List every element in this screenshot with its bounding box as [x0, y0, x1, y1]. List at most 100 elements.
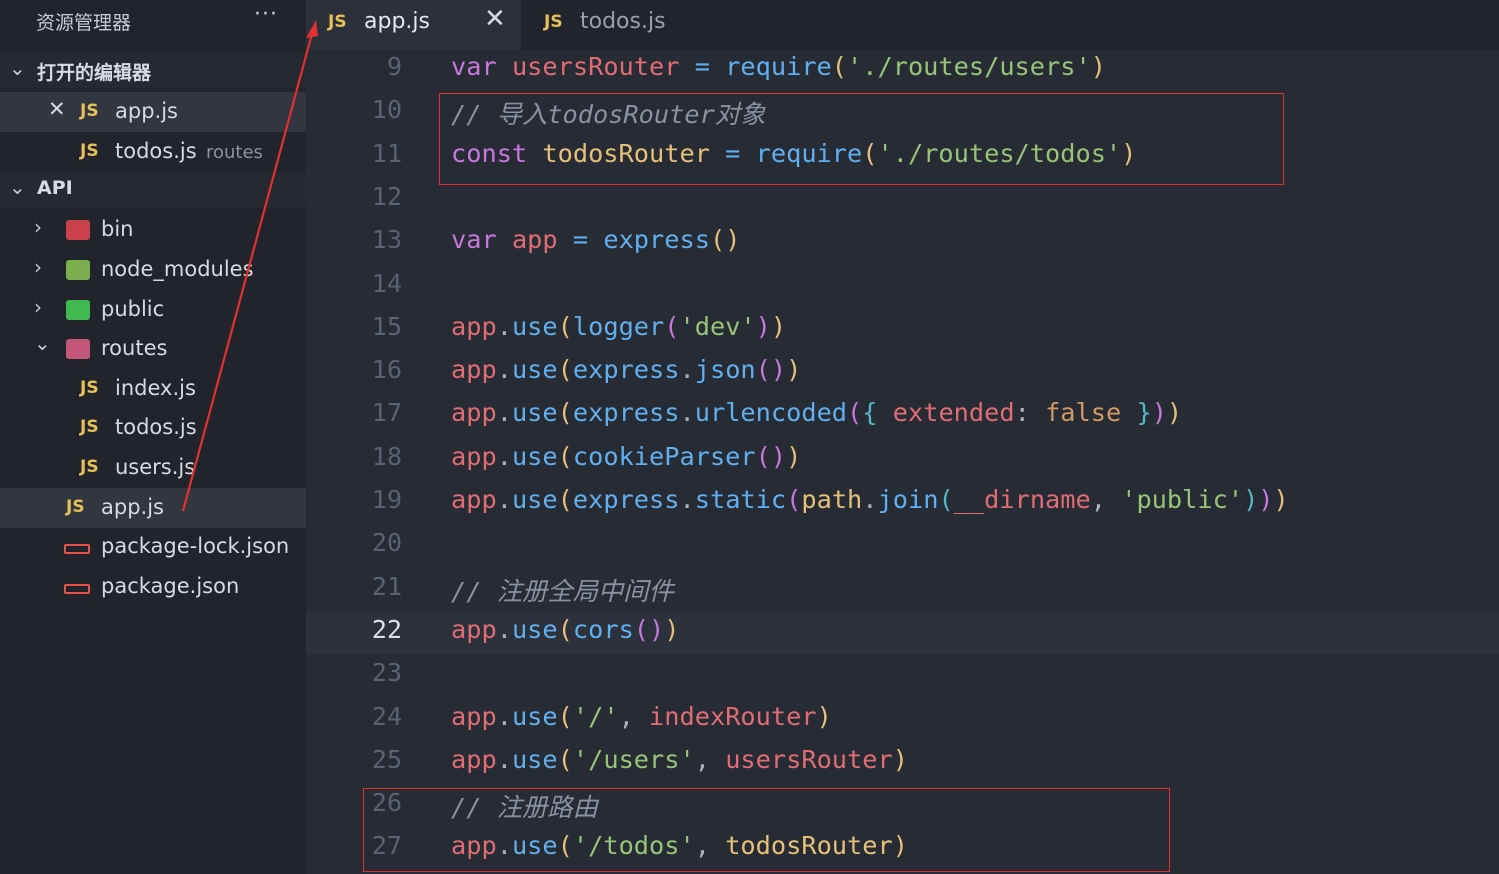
- tree-folder-node-modules[interactable]: › node_modules: [0, 250, 306, 290]
- tree-file-package-lock[interactable]: package-lock.json: [0, 527, 306, 567]
- code-line[interactable]: 21 // 注册全局中间件: [306, 568, 1499, 611]
- line-number: 20: [371, 528, 402, 558]
- js-file-icon: JS: [80, 417, 99, 437]
- json-file-icon: [64, 584, 90, 594]
- highlight-box-route-register: [363, 788, 1170, 872]
- project-section[interactable]: ⌄ API: [0, 171, 306, 207]
- code-line[interactable]: 15 app.use(logger('dev')): [306, 308, 1499, 351]
- code-text: // 注册全局中间件: [451, 576, 674, 606]
- code-line[interactable]: 19 app.use(express.static(path.join(__dir…: [306, 481, 1499, 524]
- code-text: app.use('/', indexRouter): [451, 701, 832, 731]
- js-file-icon: JS: [544, 12, 563, 32]
- file-name: app.js: [101, 495, 164, 519]
- explorer-sidebar: 资源管理器 ··· ⌄ 打开的编辑器 ✕ JS app.js JS todos.…: [0, 0, 306, 874]
- line-number: 19: [371, 485, 402, 514]
- tree-folder-public[interactable]: › public: [0, 290, 306, 330]
- file-name: package.json: [101, 574, 240, 598]
- folder-name: node_modules: [101, 257, 254, 281]
- open-editors-label: 打开的编辑器: [37, 62, 152, 84]
- code-line[interactable]: 13 var app = express(): [306, 221, 1499, 264]
- editor-tab-bar: JS app.js ✕ JS todos.js: [306, 0, 1499, 50]
- tree-file-package[interactable]: package.json: [0, 567, 306, 607]
- line-number: 23: [371, 658, 402, 688]
- file-folder-desc: routes: [206, 142, 263, 163]
- folder-node-icon: [66, 260, 90, 280]
- folder-name: routes: [101, 336, 168, 360]
- line-number: 25: [371, 744, 402, 774]
- code-line[interactable]: 23: [306, 654, 1499, 697]
- code-line[interactable]: 22 app.use(cors()): [306, 610, 1499, 654]
- folder-routes-icon: [66, 339, 90, 359]
- more-actions-icon[interactable]: ···: [254, 2, 278, 27]
- code-text: app.use(logger('dev')): [451, 311, 787, 341]
- chevron-right-icon: ›: [34, 255, 42, 279]
- line-number: 21: [371, 571, 402, 601]
- folder-name: public: [101, 297, 165, 321]
- js-file-icon: JS: [80, 378, 99, 398]
- highlight-box-router-import: [439, 93, 1284, 185]
- code-text: var usersRouter = require('./routes/user…: [451, 52, 1106, 81]
- tree-file-index[interactable]: JS index.js: [0, 369, 306, 409]
- line-number: 17: [371, 398, 402, 428]
- code-text: app.use(cors()): [451, 614, 680, 644]
- line-number: 11: [371, 138, 402, 168]
- line-number: 9: [386, 52, 402, 81]
- tab-label: app.js: [364, 9, 430, 34]
- chevron-down-icon: ⌄: [9, 175, 26, 199]
- tab-app-js[interactable]: JS app.js ✕: [306, 0, 521, 50]
- line-number: 12: [371, 181, 402, 211]
- line-number: 13: [371, 225, 402, 255]
- folder-public-icon: [66, 300, 90, 320]
- code-line[interactable]: 18 app.use(cookieParser()): [306, 438, 1499, 481]
- js-file-icon: JS: [80, 457, 99, 477]
- file-name: app.js: [115, 99, 178, 123]
- tree-file-users[interactable]: JS users.js: [0, 448, 306, 488]
- tree-file-todos[interactable]: JS todos.js: [0, 408, 306, 448]
- line-number: 15: [371, 311, 402, 341]
- line-number: 18: [371, 441, 402, 471]
- chevron-down-icon: ⌄: [9, 56, 26, 80]
- js-file-icon: JS: [328, 12, 347, 32]
- code-text: app.use(express.json()): [451, 355, 802, 385]
- js-file-icon: JS: [80, 141, 99, 161]
- code-text: app.use(express.urlencoded({ extended: f…: [451, 398, 1183, 428]
- line-number: 24: [371, 701, 402, 731]
- file-name: todos.js: [115, 415, 197, 439]
- code-line[interactable]: 24 app.use('/', indexRouter): [306, 698, 1499, 741]
- open-editors-section[interactable]: ⌄ 打开的编辑器: [0, 52, 306, 88]
- explorer-title: 资源管理器: [36, 12, 132, 34]
- js-file-icon: JS: [66, 497, 85, 517]
- line-number: 16: [371, 355, 402, 385]
- explorer-header: 资源管理器 ···: [0, 0, 306, 42]
- code-text: app.use(express.static(path.join(__dirna…: [451, 485, 1289, 514]
- file-name: index.js: [115, 376, 196, 400]
- tree-folder-routes[interactable]: ⌄ routes: [0, 329, 306, 369]
- close-icon[interactable]: ✕: [48, 97, 66, 121]
- code-line[interactable]: 17 app.use(express.urlencoded({ extended:…: [306, 394, 1499, 437]
- open-editor-item-app[interactable]: ✕ JS app.js: [0, 92, 306, 132]
- code-line[interactable]: 16 app.use(express.json()): [306, 351, 1499, 394]
- chevron-right-icon: ›: [34, 215, 42, 239]
- file-name: users.js: [115, 455, 196, 479]
- line-number: 22: [371, 614, 402, 644]
- tree-file-app[interactable]: JS app.js: [0, 488, 306, 528]
- line-number: 10: [371, 95, 402, 125]
- json-file-icon: [64, 544, 90, 554]
- folder-bin-icon: [66, 220, 90, 240]
- file-name: package-lock.json: [101, 534, 290, 558]
- chevron-down-icon: ⌄: [34, 331, 51, 355]
- tree-folder-bin[interactable]: › bin: [0, 210, 306, 250]
- code-line[interactable]: 9 var usersRouter = require('./routes/use…: [306, 48, 1499, 91]
- code-text: app.use(cookieParser()): [451, 441, 802, 471]
- code-line[interactable]: 25 app.use('/users', usersRouter): [306, 741, 1499, 784]
- tab-label: todos.js: [580, 9, 666, 34]
- line-number: 14: [371, 268, 402, 298]
- close-tab-icon[interactable]: ✕: [484, 4, 506, 34]
- js-file-icon: JS: [80, 101, 99, 121]
- chevron-right-icon: ›: [34, 295, 42, 319]
- code-text: var app = express(): [451, 225, 741, 255]
- code-line[interactable]: 20: [306, 524, 1499, 567]
- code-line[interactable]: 14: [306, 265, 1499, 308]
- tab-todos-js[interactable]: JS todos.js: [522, 0, 737, 50]
- open-editor-item-todos[interactable]: JS todos.js routes: [0, 132, 306, 172]
